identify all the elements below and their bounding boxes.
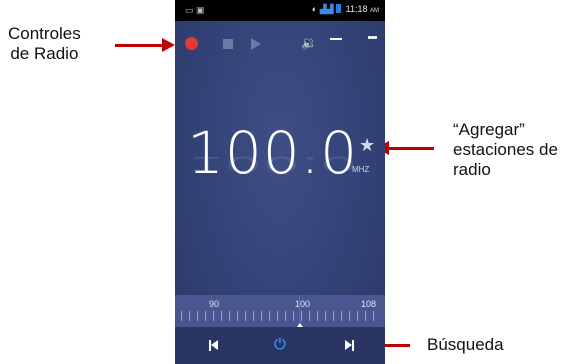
list-menu-icon[interactable] <box>330 38 342 43</box>
radio-toolbar: 🔉 <box>175 24 385 64</box>
signal-icon: ▟▟ <box>319 4 334 14</box>
dial-label-90: 90 <box>209 299 220 309</box>
callout-add-stations-line1: “Agregar” <box>453 120 525 139</box>
callout-radio-controls: Controles de Radio <box>8 24 81 64</box>
status-bar: ▭ ▣ ◐ ▟▟ 11:18 AM <box>175 0 385 21</box>
callout-radio-controls-line1: Controles <box>8 24 81 43</box>
callout-add-stations-line3: radio <box>453 160 491 179</box>
callout-add-stations: “Agregar” estaciones de radio <box>453 120 558 180</box>
callout-search: Búsqueda <box>427 335 504 354</box>
battery-icon <box>336 4 342 13</box>
frequency-reflection: 100.0 <box>187 151 359 176</box>
play-icon[interactable] <box>251 38 261 50</box>
dial-ticks <box>181 311 379 321</box>
status-right: ◐ ▟▟ 11:18 AM <box>312 4 379 15</box>
dial-label-100: 100 <box>295 299 311 309</box>
radio-nav-bar: ⏻ <box>175 327 385 364</box>
status-time: 11:18 <box>345 4 368 14</box>
callout-radio-controls-line2: de Radio <box>10 44 79 63</box>
status-notification-icons: ▭ ▣ <box>185 5 205 15</box>
arrow-add-stations <box>376 141 434 155</box>
power-icon[interactable]: ⏻ <box>274 336 286 353</box>
speaker-icon[interactable]: 🔉 <box>301 35 317 51</box>
record-icon[interactable] <box>185 37 198 50</box>
stop-icon[interactable] <box>223 39 233 49</box>
callout-add-stations-line2: estaciones de <box>453 140 558 159</box>
arrow-radio-controls <box>115 38 175 52</box>
phone-screen: ▭ ▣ ◐ ▟▟ 11:18 AM 🔉 100.0 100.0 ★ MHZ 90… <box>175 0 385 364</box>
more-vert-icon[interactable] <box>368 36 377 41</box>
frequency-unit: MHZ <box>352 165 370 174</box>
dial-needle[interactable] <box>299 295 300 325</box>
dial-label-108: 108 <box>361 299 377 309</box>
tuning-dial[interactable]: 90 100 108 <box>175 295 385 327</box>
star-icon[interactable]: ★ <box>359 135 375 156</box>
headphone-icon: ◐ <box>311 4 318 14</box>
status-ampm: AM <box>370 8 379 14</box>
